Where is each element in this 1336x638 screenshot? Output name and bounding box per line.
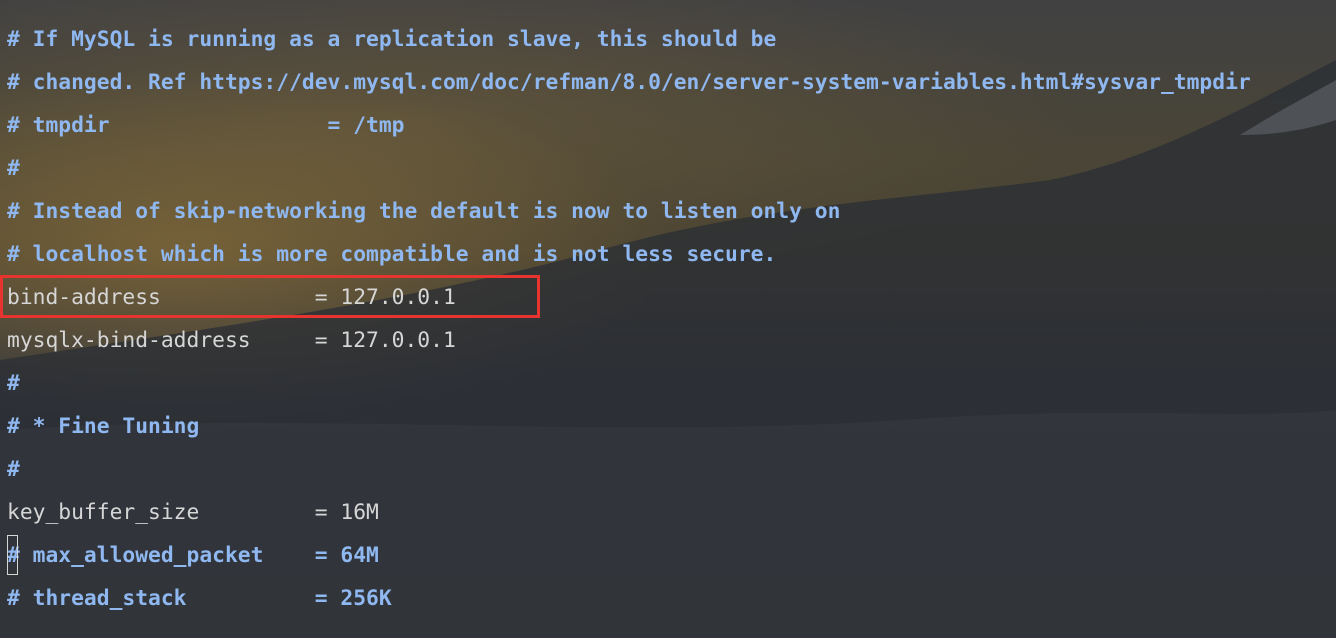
mysqlx-bind-address-line: mysqlx-bind-address = 127.0.0.1 [7, 328, 456, 353]
key-buffer-size-line: key_buffer_size = 16M [7, 500, 379, 525]
comment-line: # tmpdir = /tmp [7, 113, 405, 138]
text-cursor [7, 535, 18, 575]
comment-line: # Instead of skip-networking the default… [7, 199, 841, 224]
comment-line: # changed. Ref https://dev.mysql.com/doc… [7, 70, 1251, 95]
highlight-box [0, 275, 540, 318]
comment-line: # If MySQL is running as a replication s… [7, 27, 777, 52]
config-editor[interactable]: # If MySQL is running as a replication s… [0, 0, 1336, 638]
comment-line: # [7, 371, 20, 396]
comment-line: # [7, 156, 20, 181]
comment-line: # localhost which is more compatible and… [7, 242, 777, 267]
thread-stack-line: # thread_stack = 256K [7, 586, 392, 611]
max-allowed-packet-line: # max_allowed_packet = 64M [7, 543, 379, 568]
comment-line: # [7, 457, 20, 482]
comment-line: # * Fine Tuning [7, 414, 200, 439]
